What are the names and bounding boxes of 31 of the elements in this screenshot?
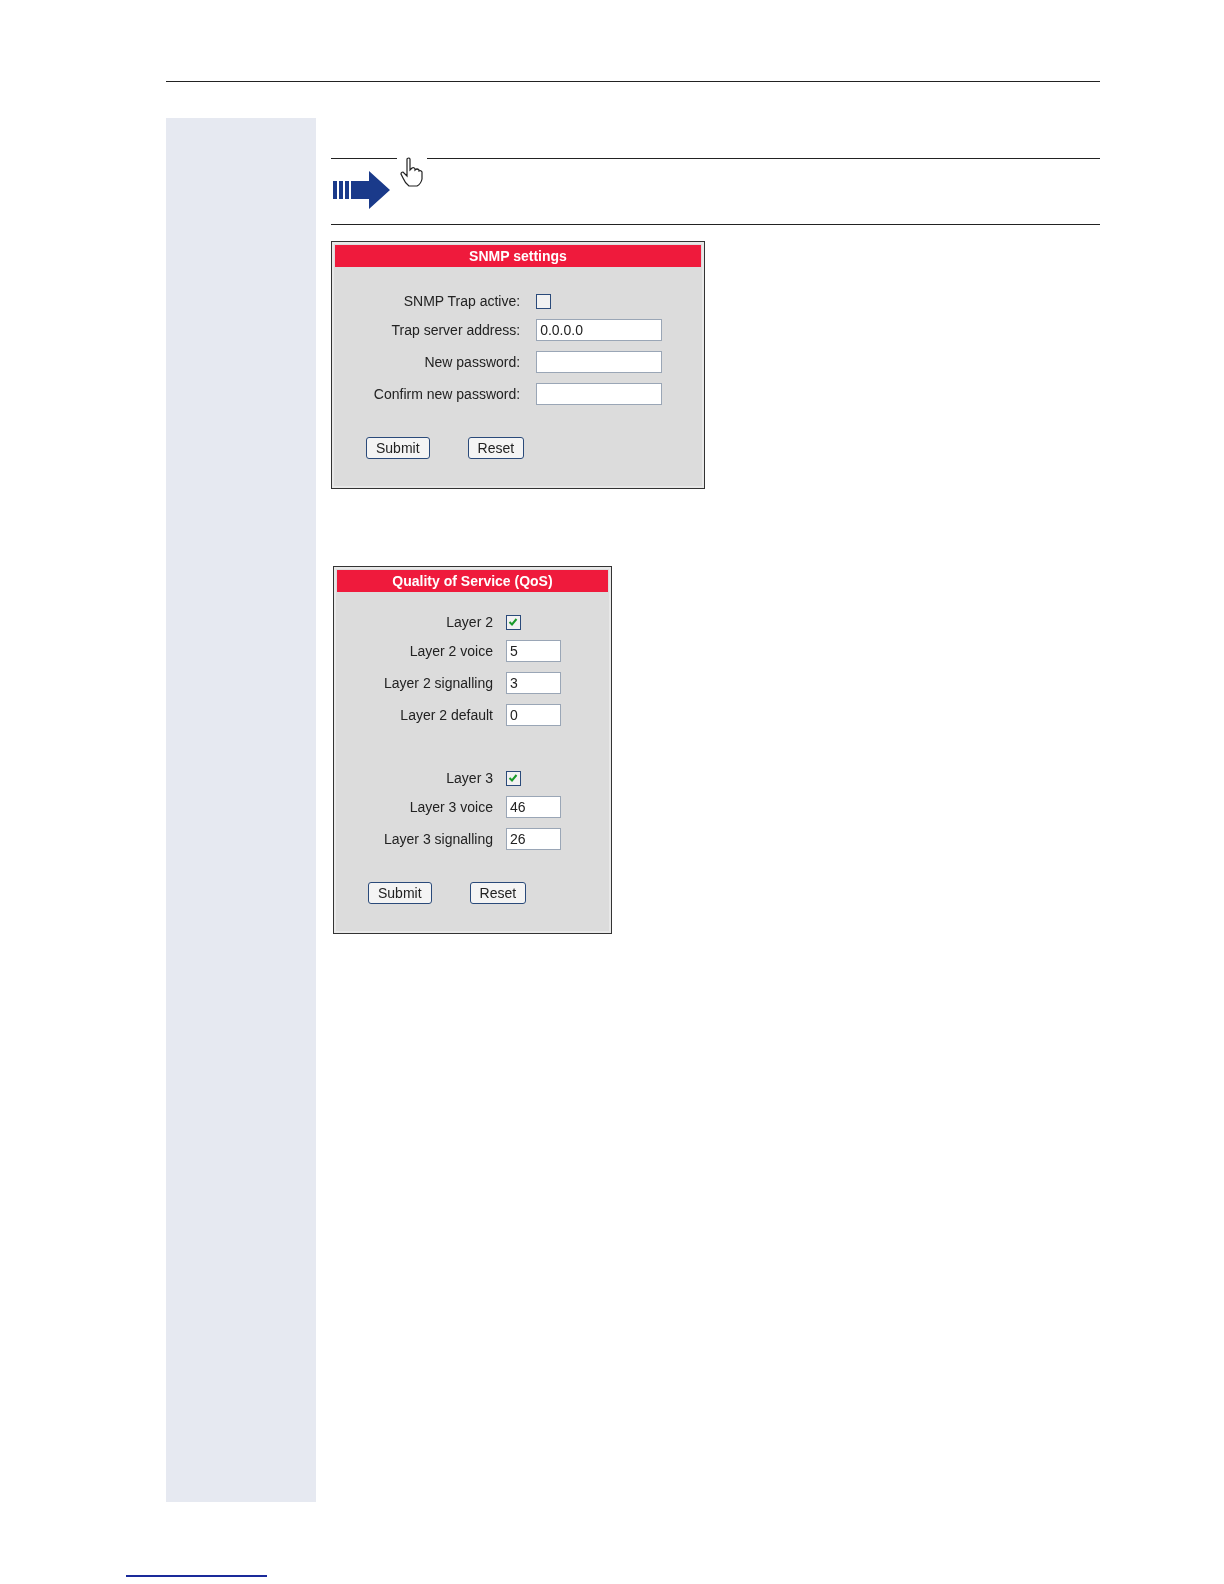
form-button[interactable]: Submit	[368, 882, 432, 904]
input-field[interactable]: 26	[506, 828, 561, 850]
field-label: New password:	[423, 354, 521, 370]
field-label: Layer 2	[445, 614, 493, 630]
field-label: Confirm new password:	[373, 386, 521, 402]
field-label: Layer 3	[445, 770, 493, 786]
field-label: Layer 2 default	[399, 707, 493, 723]
form-button[interactable]: Reset	[467, 437, 525, 459]
panel-title: Quality of Service (QoS)	[337, 570, 608, 592]
check-icon	[508, 617, 519, 627]
arrow-icon	[331, 169, 391, 211]
check-icon	[508, 773, 519, 783]
field-label: Trap server address:	[390, 322, 521, 338]
checkbox[interactable]	[536, 293, 552, 309]
input-field[interactable]: 3	[506, 672, 561, 694]
input-field[interactable]: 0.0.0.0	[536, 319, 663, 341]
checkbox[interactable]	[506, 770, 521, 786]
form-button[interactable]: Reset	[469, 882, 527, 904]
input-field[interactable]: 5	[506, 640, 561, 662]
field-label: Layer 2 voice	[408, 643, 493, 659]
checkbox[interactable]	[506, 614, 521, 630]
form-button[interactable]: Submit	[366, 437, 430, 459]
input-field[interactable]: 46	[506, 796, 561, 818]
panel-title: SNMP settings	[335, 245, 701, 267]
input-field[interactable]	[536, 383, 663, 405]
field-label: SNMP Trap active:	[402, 293, 521, 309]
field-label: Layer 2 signalling	[384, 675, 493, 691]
input-field[interactable]	[536, 351, 663, 373]
field-label: Layer 3 signalling	[384, 831, 493, 847]
input-field[interactable]: 0	[506, 704, 561, 726]
field-label: Layer 3 voice	[408, 799, 493, 815]
